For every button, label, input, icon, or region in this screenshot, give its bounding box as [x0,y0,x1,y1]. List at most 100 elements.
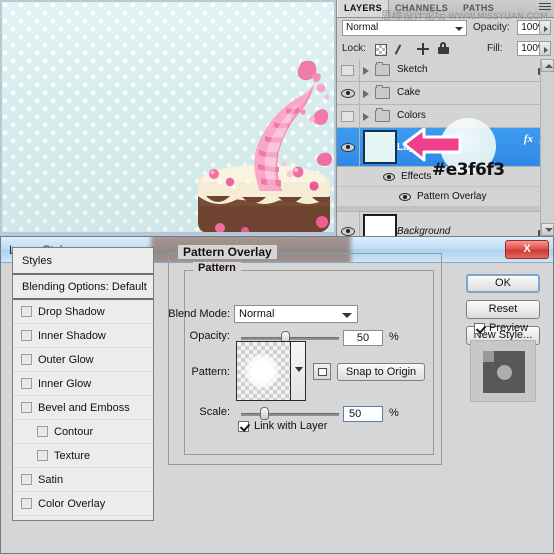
pattern-blend-mode-select[interactable]: Normal [234,305,358,323]
scale-slider-track[interactable] [241,413,339,416]
fill-stepper-icon[interactable] [539,41,551,56]
blending-options-item[interactable]: Blending Options: Default [13,275,153,300]
style-label: Satin [38,474,64,486]
visibility-cell[interactable] [337,128,360,166]
eye-icon[interactable] [399,193,411,201]
layer-name[interactable]: Background [397,226,450,236]
visibility-cell[interactable] [337,212,360,236]
blend-mode-select[interactable]: Normal [342,20,467,36]
checkbox[interactable] [21,474,32,485]
layers-panel[interactable]: LAYERS CHANNELS PATHS 思缘设计论坛 WWW.MISSYUA… [336,0,554,236]
style-item-drop-shadow[interactable]: Drop Shadow [13,300,153,324]
table-row[interactable]: Cake [337,82,554,105]
document-canvas[interactable] [2,2,334,232]
fill-label: Fill: [487,43,503,54]
layer-name[interactable]: Colors [397,110,426,121]
visibility-cell[interactable] [337,105,360,127]
pattern-field-label: Pattern: [191,366,230,378]
style-item-bevel-and-emboss[interactable]: Bevel and Emboss [13,396,153,420]
lock-image-icon[interactable] [394,42,409,56]
scroll-up-icon[interactable] [541,59,554,72]
style-item-color-overlay[interactable]: Color Overlay [13,492,153,516]
layer-list-scrollbar[interactable] [540,59,554,236]
visibility-cell[interactable] [337,59,360,81]
effect-name: Pattern Overlay [417,191,487,202]
opacity-slider-track[interactable] [241,337,339,340]
blend-mode-field-label: Blend Mode: [168,308,230,320]
ok-button[interactable]: OK [466,274,540,293]
effects-row[interactable]: Effects [337,167,554,187]
styles-list[interactable]: Styles Blending Options: Default Drop Sh… [12,247,154,521]
eye-icon[interactable] [341,143,355,152]
preview-corner-accent [483,351,494,362]
snap-to-origin-button[interactable]: Snap to Origin [337,363,425,381]
panel-tab-bar[interactable]: LAYERS CHANNELS PATHS [337,0,554,18]
opacity-stepper-icon[interactable] [539,20,551,35]
table-row[interactable]: Sketch [337,59,554,82]
layer-list[interactable]: Sketch Cake Colors Layer fx Effects Patt… [337,59,554,236]
pattern-dropdown-arrow-icon[interactable] [290,342,305,400]
tab-layers[interactable]: LAYERS [337,0,390,17]
fx-badge-icon[interactable]: fx [524,133,533,145]
style-label: Outer Glow [38,354,94,366]
style-item-inner-shadow[interactable]: Inner Shadow [13,324,153,348]
reset-button[interactable]: Reset [466,300,540,319]
table-row[interactable]: Colors [337,105,554,128]
style-item-gradient-overlay[interactable]: Gradient Overlay [13,516,153,520]
lock-icon-group[interactable] [375,42,453,56]
eye-hidden-icon[interactable] [341,111,354,122]
lock-transparency-icon[interactable] [375,44,387,56]
disclosure-triangle-icon[interactable] [363,67,369,75]
lock-all-icon[interactable] [438,42,450,54]
pattern-opacity-input[interactable]: 50 [343,330,383,346]
checkbox[interactable] [21,330,32,341]
visibility-cell[interactable] [337,82,360,104]
eye-icon[interactable] [341,89,355,98]
checkbox[interactable] [21,306,32,317]
eye-hidden-icon[interactable] [341,65,354,76]
preview-checkbox[interactable] [474,323,485,334]
link-with-layer-checkbox[interactable] [238,421,249,432]
disclosure-triangle-icon[interactable] [363,113,369,121]
pattern-scale-input[interactable]: 50 [343,406,383,422]
eye-icon[interactable] [341,227,355,236]
layer-thumbnail[interactable] [363,130,397,164]
tab-channels[interactable]: CHANNELS [389,0,454,17]
tab-paths[interactable]: PATHS [457,0,500,17]
styles-header[interactable]: Styles [13,248,153,275]
pattern-overlay-group-title: Pattern Overlay [178,245,277,259]
panel-menu-icon[interactable] [539,3,551,14]
disclosure-triangle-icon[interactable] [363,90,369,98]
style-item-satin[interactable]: Satin [13,468,153,492]
style-label: Inner Shadow [38,330,106,342]
scale-slider-knob[interactable] [260,407,269,420]
pattern-picker[interactable] [236,341,306,401]
layer-thumbnail[interactable] [363,214,397,236]
close-icon[interactable]: X [505,240,549,259]
new-preset-icon[interactable] [313,363,331,380]
checkbox[interactable] [21,378,32,389]
lock-row[interactable]: Lock: Fill: 100% [337,39,554,59]
checkbox[interactable] [21,354,32,365]
style-item-contour[interactable]: Contour [13,420,153,444]
blend-mode-row[interactable]: Normal Opacity: 100% [337,18,554,39]
lock-position-icon[interactable] [416,42,431,56]
document-canvas-area[interactable] [0,0,336,236]
checkbox[interactable] [21,402,32,413]
style-item-outer-glow[interactable]: Outer Glow [13,348,153,372]
layer-name[interactable]: Layer [397,142,424,153]
table-row-selected[interactable]: Layer fx [337,128,554,167]
eye-icon[interactable] [383,173,395,181]
chevron-down-icon [455,27,463,31]
effect-item-row[interactable]: Pattern Overlay [337,187,554,207]
checkbox[interactable] [37,450,48,461]
style-item-inner-glow[interactable]: Inner Glow [13,372,153,396]
scroll-down-icon[interactable] [541,223,554,236]
style-label: Contour [54,426,94,438]
layer-name[interactable]: Cake [397,87,420,98]
style-item-texture[interactable]: Texture [13,444,153,468]
layer-name[interactable]: Sketch [397,64,428,75]
checkbox[interactable] [37,426,48,437]
table-row[interactable]: Background [337,212,554,236]
checkbox[interactable] [21,498,32,509]
